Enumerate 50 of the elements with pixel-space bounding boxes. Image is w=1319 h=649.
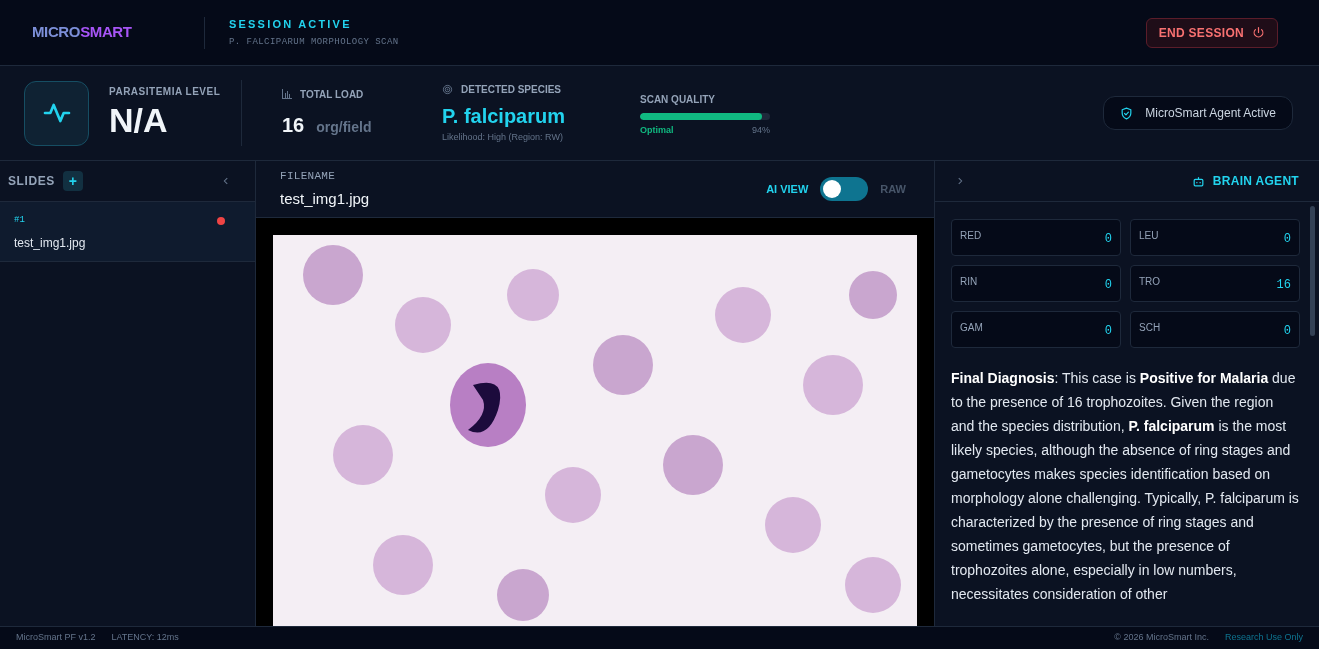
count-value: 0 xyxy=(1104,323,1112,340)
version-text: MicroSmart PF v1.2 xyxy=(16,631,96,645)
latency-text: LATENCY: 12ms xyxy=(111,631,179,645)
count-value: 0 xyxy=(1104,231,1112,248)
quality-status: Optimal xyxy=(640,124,674,138)
agent-badge-text: MicroSmart Agent Active xyxy=(1145,105,1276,122)
scrollbar-thumb[interactable] xyxy=(1310,206,1315,336)
species-note: Likelihood: High (Region: RW) xyxy=(442,130,564,144)
session-status: SESSION ACTIVE xyxy=(229,16,353,32)
session-subtitle: P. FALCIPARUM MORPHOLOGY SCAN xyxy=(229,36,399,49)
add-slide-button[interactable]: + xyxy=(62,171,83,191)
parasitemia-value: N/A xyxy=(109,100,169,142)
power-icon xyxy=(1252,26,1265,39)
count-value: 16 xyxy=(1276,277,1291,294)
count-value: 0 xyxy=(1104,277,1112,294)
count-label: GAM xyxy=(960,321,983,335)
total-load-value: 16 xyxy=(282,112,305,138)
bar-chart-icon xyxy=(282,89,292,99)
count-label: LEU xyxy=(1139,229,1159,243)
view-toggle[interactable] xyxy=(820,177,869,201)
research-use-link[interactable]: Research Use Only xyxy=(1224,631,1303,645)
copyright-text: © 2026 MicroSmart Inc. xyxy=(1114,631,1209,645)
stat-label: DETECTED SPECIES xyxy=(461,82,562,97)
slide-index: #1 xyxy=(14,214,25,227)
agent-title: BRAIN AGENT xyxy=(1212,173,1299,190)
count-label: SCH xyxy=(1139,321,1161,335)
chevron-right-icon[interactable] xyxy=(955,176,965,186)
slide-item[interactable]: #1 test_img1.jpg xyxy=(0,202,255,262)
shield-check-icon xyxy=(1120,106,1134,120)
slides-title: SLIDES xyxy=(8,173,55,190)
quality-reading: 94% xyxy=(752,124,770,138)
species-value: P. falciparum xyxy=(442,103,567,129)
stat-label: SCAN QUALITY xyxy=(640,93,716,108)
count-value: 0 xyxy=(1283,323,1291,340)
robot-icon xyxy=(1191,174,1205,188)
load-unit: org/field xyxy=(316,117,372,137)
end-session-button[interactable]: END SESSION xyxy=(1145,17,1278,48)
count-value: 0 xyxy=(1283,231,1291,248)
count-label: TRO xyxy=(1139,275,1161,289)
stat-label: PARASITEMIA LEVEL xyxy=(109,85,222,100)
chevron-left-icon[interactable] xyxy=(221,176,231,186)
count-label: RED xyxy=(960,229,982,243)
count-label: RIN xyxy=(960,275,978,289)
filename: test_img1.jpg xyxy=(280,189,370,209)
filename-label: FILENAME xyxy=(280,168,336,184)
logo: MICROSMART xyxy=(32,22,133,43)
view-mode-label[interactable]: AI VIEW xyxy=(766,180,809,198)
stat-label: TOTAL LOAD xyxy=(300,87,364,102)
slide-name: test_img1.jpg xyxy=(14,234,87,252)
diagnosis-text: Final Diagnosis: This case is Positive for Malaria due to the presence of 16 trophozoites. Given the region and the species distribution, P. falciparum is the most likely species, although the absence of ring stages and gametocytes makes species identification based on morphology alone challenging. Typically, P. falciparum is characterized by the presence of ring stages and sometimes gametocytes, but the presence of trophozoites alone, especially in low numbers, necessitates consideration of other xyxy=(951,369,1300,604)
